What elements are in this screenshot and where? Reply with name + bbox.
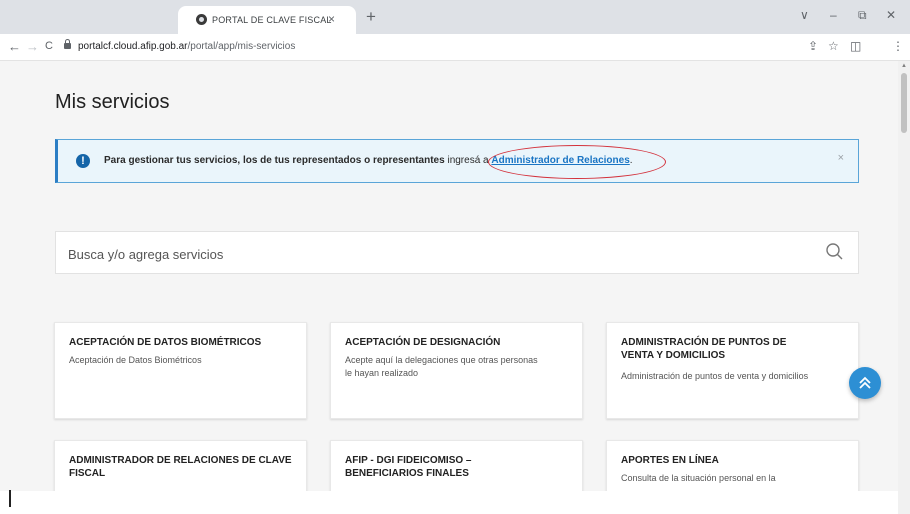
double-chevron-up-icon: [859, 376, 871, 389]
page-title: Mis servicios: [55, 91, 170, 113]
tab-strip: PORTAL DE CLAVE FISCAL × + ∨ – ⧉ ✕: [0, 0, 910, 34]
tab-close-icon[interactable]: ×: [328, 12, 335, 26]
service-card-title: ADMINISTRADOR DE RELACIONES DE CLAVE FIS…: [69, 455, 292, 479]
bookmark-star-icon[interactable]: ☆: [828, 39, 839, 53]
banner-text-bold: Para gestionar tus servicios, los de tus…: [104, 155, 445, 166]
service-card-title: AFIP - DGI FIDEICOMISO – BENEFICIARIOS F…: [345, 455, 472, 479]
banner-message: Para gestionar tus servicios, los de tus…: [104, 155, 633, 166]
service-card-description: Administración de puntos de venta y domi…: [621, 371, 809, 381]
service-card[interactable]: ADMINISTRACIÓN DE PUNTOS DE VENTA Y DOMI…: [606, 322, 859, 419]
bottom-blank-area: [0, 491, 898, 514]
scrollbar-thumb[interactable]: [901, 73, 907, 133]
tab-search-chevron-down-icon[interactable]: ∨: [800, 8, 809, 22]
service-card-title: ACEPTACIÓN DE DATOS BIOMÉTRICOS: [69, 337, 262, 348]
new-tab-button[interactable]: +: [366, 7, 376, 27]
restore-button[interactable]: ⧉: [858, 8, 867, 23]
service-card-title: ACEPTACIÓN DE DESIGNACIÓN: [345, 337, 501, 348]
reload-button[interactable]: C: [45, 40, 53, 52]
browser-tab[interactable]: PORTAL DE CLAVE FISCAL ×: [178, 6, 356, 34]
address-bar[interactable]: portalcf.cloud.afip.gob.ar/portal/app/mi…: [78, 41, 295, 52]
search-box: [55, 231, 859, 274]
page-content: Mis servicios ! Para gestionar tus servi…: [0, 61, 898, 514]
browser-toolbar: ← → C portalcf.cloud.afip.gob.ar/portal/…: [0, 34, 910, 61]
service-card[interactable]: ACEPTACIÓN DE DATOS BIOMÉTRICOS Aceptaci…: [54, 322, 307, 419]
browser-menu-icon[interactable]: ⋮: [892, 39, 904, 53]
service-card-title: APORTES EN LÍNEA: [621, 455, 719, 466]
text-cursor: [9, 490, 11, 507]
minimize-button[interactable]: –: [830, 8, 837, 22]
service-card[interactable]: ACEPTACIÓN DE DESIGNACIÓN Acepte aquí la…: [330, 322, 583, 419]
search-input[interactable]: [66, 242, 810, 266]
info-icon: !: [76, 154, 90, 168]
scroll-up-arrow-icon[interactable]: ▲: [901, 63, 907, 69]
page-scrollbar[interactable]: ▲: [898, 61, 910, 514]
share-icon[interactable]: ⇪: [808, 39, 818, 53]
lock-icon[interactable]: [64, 39, 71, 49]
administrador-relaciones-link[interactable]: Administrador de Relaciones: [491, 155, 629, 166]
site-favicon-icon: [196, 14, 207, 25]
banner-text: ingresá a: [444, 155, 492, 166]
service-card-description: Aceptación de Datos Biométricos: [69, 355, 202, 365]
url-host: portalcf.cloud.afip.gob.ar: [78, 41, 188, 52]
info-banner: ! Para gestionar tus servicios, los de t…: [55, 139, 859, 183]
scroll-to-top-button[interactable]: [849, 367, 881, 399]
search-icon[interactable]: [824, 241, 846, 263]
service-card-description: Consulta de la situación personal en la: [621, 473, 776, 483]
forward-button[interactable]: →: [26, 39, 39, 54]
url-path: /portal/app/mis-servicios: [187, 41, 296, 52]
banner-close-icon[interactable]: ×: [838, 152, 844, 164]
service-card-title: ADMINISTRACIÓN DE PUNTOS DE VENTA Y DOMI…: [621, 337, 787, 361]
side-panel-icon[interactable]: ◫: [850, 39, 861, 53]
back-button[interactable]: ←: [8, 39, 21, 54]
service-card-description: Acepte aquí la delegaciones que otras pe…: [345, 355, 538, 378]
banner-suffix: .: [629, 155, 633, 166]
close-window-button[interactable]: ✕: [886, 8, 896, 22]
tab-title: PORTAL DE CLAVE FISCAL: [212, 15, 332, 25]
